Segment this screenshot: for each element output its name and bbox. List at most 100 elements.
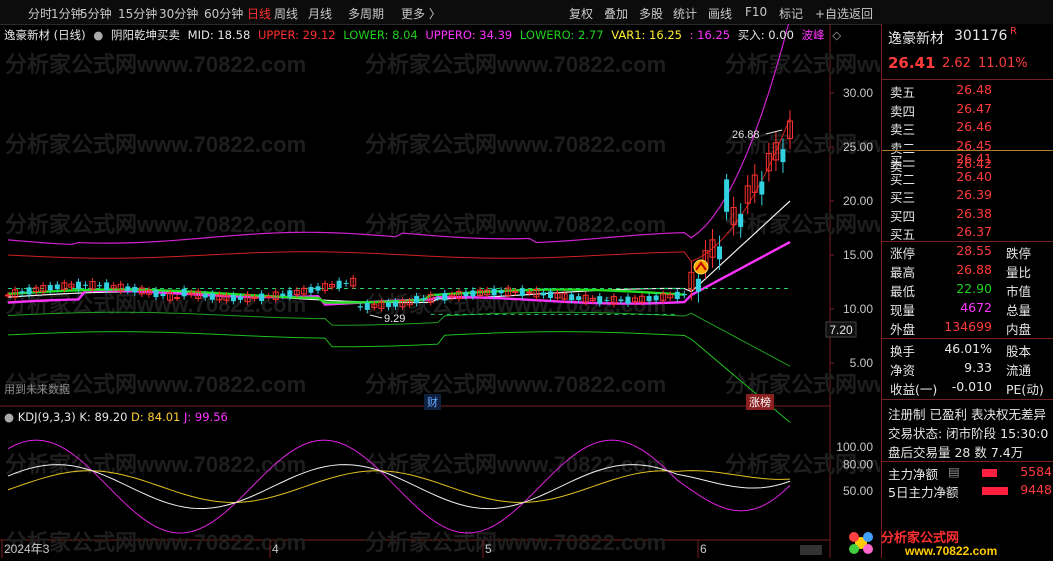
candle-body <box>230 294 236 302</box>
kdj-dot-icon[interactable]: ● <box>4 410 14 424</box>
limit-up-tag[interactable]: 涨榜 <box>746 394 774 410</box>
bid-row[interactable]: 买五 26.37 <box>882 224 1053 242</box>
period-tab-10[interactable]: 更多 〉 <box>401 5 441 22</box>
stat-row: 外盘 134699 内盘 <box>882 319 1053 337</box>
candle-body <box>738 213 744 227</box>
time-tick-label: 2024年3 <box>4 542 50 556</box>
after-hours-row: 盘后交易量 28 数 7.4万 <box>882 442 1053 460</box>
period-tab-7[interactable]: 周线 <box>274 5 298 22</box>
settings-dot-icon[interactable]: ● <box>93 28 103 42</box>
ask-row[interactable]: 卖五 26.48 <box>882 82 1053 100</box>
stat-value: 28.55 <box>956 243 992 258</box>
candle-body <box>491 288 497 296</box>
period-tab-0[interactable]: 分时 <box>28 5 52 22</box>
bid-price: 26.38 <box>956 205 992 221</box>
candle-body <box>308 287 314 293</box>
candle-body <box>97 285 103 287</box>
k-value: K: 89.20 <box>79 410 128 424</box>
indicator-legend: 逸豪新材 (日线) ● 阴阳乾坤买卖 MID: 18.58 UPPER: 29.… <box>4 27 845 43</box>
ask-price: 26.47 <box>956 100 992 116</box>
bid-label: 买四 <box>890 208 916 224</box>
kdj-tick-label: 100.00 <box>836 440 873 454</box>
price-change: 2.62 <box>942 56 971 71</box>
quote-header: 逸豪新材 301176 R <box>882 26 1053 48</box>
toolbar-button-8[interactable]: 返回 <box>849 5 873 22</box>
kdj-label[interactable]: KDJ(9,3,3) <box>18 410 76 424</box>
trade-status: 交易状态: 闭市阶段 15:30:0 <box>888 426 1049 441</box>
stock-label: 逸豪新材 (日线) <box>4 28 86 42</box>
candle-body <box>280 293 286 297</box>
stock-name: 逸豪新材 <box>888 31 944 47</box>
ask-label: 卖三 <box>890 122 916 137</box>
finance-label-right: PE(动) <box>1006 382 1044 397</box>
toolbar-button-7[interactable]: +自选 <box>815 5 849 22</box>
stat-label-right: 内盘 <box>1006 322 1032 337</box>
candle-body <box>125 286 131 291</box>
status-row: 交易状态: 闭市阶段 15:30:0 <box>882 423 1053 441</box>
wave-value: 波峰 <box>801 28 825 42</box>
stat-row: 最高 26.88 量比 <box>882 262 1053 280</box>
candle-body <box>540 292 546 296</box>
formula-name[interactable]: 阴阳乾坤买卖 <box>111 28 180 42</box>
list-icon[interactable]: ▤ <box>948 464 960 479</box>
bid-price: 26.40 <box>956 169 992 185</box>
toolbar-button-2[interactable]: 多股 <box>639 5 663 22</box>
period-tab-3[interactable]: 15分钟 <box>118 5 157 22</box>
finance-label: 净资 <box>890 363 916 378</box>
candle-body <box>160 293 166 297</box>
candle-body <box>442 293 448 301</box>
ask-row[interactable]: 卖四 26.47 <box>882 101 1053 119</box>
toolbar-button-6[interactable]: 标记 <box>779 5 803 22</box>
kline-chart[interactable]: 分析家公式网www.70822.com 分析家公式网www.70822.com 分析… <box>0 24 880 558</box>
diamond-icon[interactable]: ◇ <box>832 28 841 42</box>
period-tab-8[interactable]: 月线 <box>308 5 332 22</box>
bid-row[interactable]: 买一 26.41 <box>882 151 1053 169</box>
main-net-bar <box>982 469 997 477</box>
ask-row[interactable]: 卖三 26.46 <box>882 119 1053 137</box>
candle-body <box>153 290 159 298</box>
time-tick-label: 5 <box>485 542 492 556</box>
candle-body <box>414 296 420 304</box>
five-day-net-label: 5日主力净额 <box>888 485 959 500</box>
toolbar-button-0[interactable]: 复权 <box>569 5 593 22</box>
var1-value: VAR1: 16.25 <box>611 28 682 42</box>
main-net-label: 主力净额 <box>888 467 939 482</box>
watermark-text: 分析家公式网www.70822.com <box>5 530 306 555</box>
candle-body <box>759 181 765 195</box>
period-toolbar: 分时 1分钟 5分钟 15分钟 30分钟 60分钟 日线 周线 月线 多周期 更多 〉 复权 叠加 多股… <box>0 0 1053 25</box>
main-net-row[interactable]: 主力净额 ▤ 5584 <box>882 464 1053 482</box>
toolbar-button-3[interactable]: 统计 <box>673 5 697 22</box>
low-label: 9.29 <box>384 313 405 325</box>
high-label: 26.88 <box>732 129 760 141</box>
bid-label: 买一 <box>890 154 916 169</box>
bid-row[interactable]: 买二 26.40 <box>882 169 1053 187</box>
period-tab-9[interactable]: 多周期 <box>348 5 384 22</box>
candle-body <box>421 298 427 300</box>
candle-body <box>618 299 624 302</box>
toolbar-button-1[interactable]: 叠加 <box>604 5 628 22</box>
watermark-text: 分析家公式网www.70822.com <box>725 212 880 237</box>
price-tick-label: 30.00 <box>843 86 873 100</box>
time-tick-label: 6 <box>700 542 707 556</box>
candle-body <box>104 282 110 290</box>
candle-body <box>265 295 272 298</box>
stat-row: 涨停 28.55 跌停 <box>882 243 1053 261</box>
bid-row[interactable]: 买三 26.39 <box>882 187 1053 205</box>
period-tab-5[interactable]: 60分钟 <box>204 5 243 22</box>
bid-label: 买二 <box>890 172 916 188</box>
five-day-net-row[interactable]: 5日主力净额 9448 <box>882 482 1053 500</box>
finance-tag[interactable]: 财 <box>424 394 441 410</box>
stat-label-right: 量比 <box>1006 265 1032 280</box>
toolbar-button-5[interactable]: F10 <box>745 5 767 19</box>
period-tab-6[interactable]: 日线 <box>247 5 271 22</box>
bid-row[interactable]: 买四 26.38 <box>882 206 1053 224</box>
period-tab-1[interactable]: 1分钟 <box>51 5 83 22</box>
period-tab-4[interactable]: 30分钟 <box>159 5 198 22</box>
candle-body <box>519 288 525 296</box>
toolbar-button-4[interactable]: 画线 <box>708 5 732 22</box>
price-tick-label: 10.00 <box>843 302 873 316</box>
candle-body <box>463 292 469 297</box>
candle-body <box>259 293 265 302</box>
period-tab-2[interactable]: 5分钟 <box>80 5 112 22</box>
candle-body <box>604 300 610 302</box>
